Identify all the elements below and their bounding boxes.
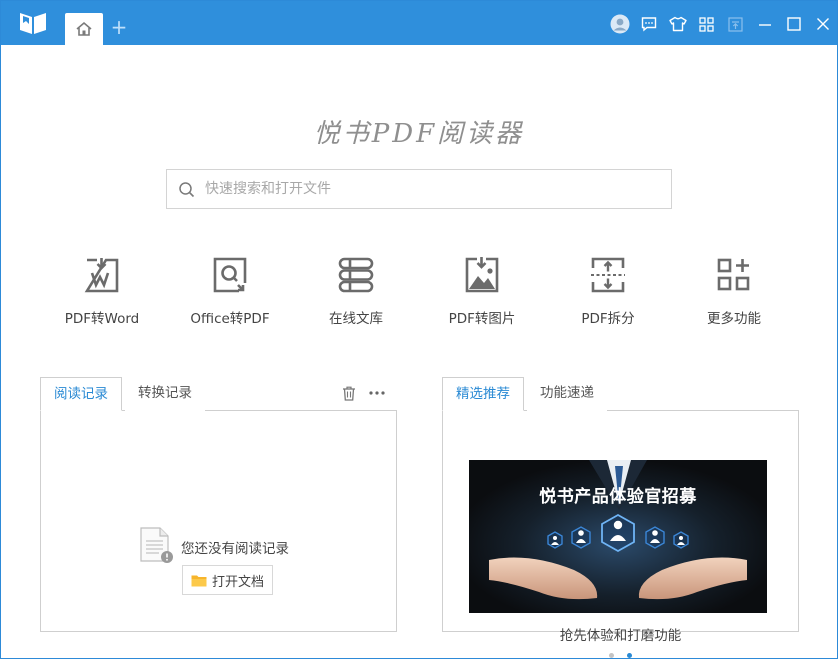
tab-home[interactable] [65,13,103,45]
feature-pdf-split[interactable]: PDF拆分 [545,256,671,332]
banner-title: 悦书产品体验官招募 [469,482,767,507]
app-logo-icon [19,11,47,35]
recommendations-panel: 悦书产品体验官招募 抢先体验和打磨功能 精选推荐 功能速递 [442,377,799,632]
pin-icon[interactable] [721,11,750,37]
skin-icon[interactable] [663,11,692,37]
open-document-button[interactable]: 打开文档 [182,565,273,595]
tab-reading-history[interactable]: 阅读记录 [40,377,122,411]
feature-row: PDF转Word Office转PDF 在线文库 [39,256,799,336]
home-icon [75,21,93,37]
online-library-icon [338,256,374,294]
feature-label: PDF转图片 [419,307,545,327]
tab-feature-express[interactable]: 功能速递 [527,377,607,411]
search-icon [178,181,196,199]
search-input[interactable] [205,170,665,208]
feature-online-library[interactable]: 在线文库 [293,256,419,332]
feature-pdf-to-word[interactable]: PDF转Word [39,256,165,332]
carousel-dots [443,653,798,658]
app-title: 悦书PDF阅读器 [1,113,837,150]
pdf-to-word-icon [84,256,120,294]
panel-body: 悦书产品体验官招募 抢先体验和打磨功能 [442,410,799,632]
trash-icon[interactable] [341,385,357,401]
feature-more-functions[interactable]: 更多功能 [671,256,797,332]
feature-pdf-to-image[interactable]: PDF转图片 [419,256,545,332]
empty-message: 您还没有阅读记录 [181,537,289,557]
search-box[interactable] [166,169,672,209]
feature-office-to-pdf[interactable]: Office转PDF [167,256,293,332]
open-document-label: 打开文档 [212,571,264,590]
apps-grid-icon[interactable] [692,11,721,37]
app-window: + [0,0,838,659]
add-tab-button[interactable]: + [109,13,129,41]
window-controls [605,11,837,37]
empty-state: 您还没有阅读记录 打开文档 [139,527,319,597]
title-bar: + [1,1,837,45]
feature-label: PDF转Word [39,307,165,327]
feature-label: PDF拆分 [545,307,671,327]
close-icon[interactable] [808,11,837,37]
carousel-dot[interactable] [609,653,614,658]
user-avatar-icon[interactable] [605,11,634,37]
folder-icon [191,574,207,587]
promo-banner[interactable]: 悦书产品体验官招募 [469,460,767,613]
feature-label: 在线文库 [293,307,419,327]
document-warning-icon [139,527,175,565]
panel-actions [341,385,385,401]
office-to-pdf-icon [212,256,248,294]
more-icon[interactable] [369,385,385,401]
carousel-dot-active[interactable] [627,653,632,658]
pdf-to-image-icon [464,256,500,294]
tab-featured[interactable]: 精选推荐 [442,377,524,411]
pdf-split-icon [590,256,626,294]
more-functions-icon [716,256,752,294]
feature-label: 更多功能 [671,307,797,327]
message-icon[interactable] [634,11,663,37]
banner-caption: 抢先体验和打磨功能 [443,624,798,644]
minimize-icon[interactable] [750,11,779,37]
reading-history-panel: 您还没有阅读记录 打开文档 阅读记录 转换记录 [40,377,397,632]
feature-label: Office转PDF [167,307,293,327]
tab-conversion-history[interactable]: 转换记录 [125,377,205,411]
panel-body: 您还没有阅读记录 打开文档 [40,410,397,632]
maximize-icon[interactable] [779,11,808,37]
